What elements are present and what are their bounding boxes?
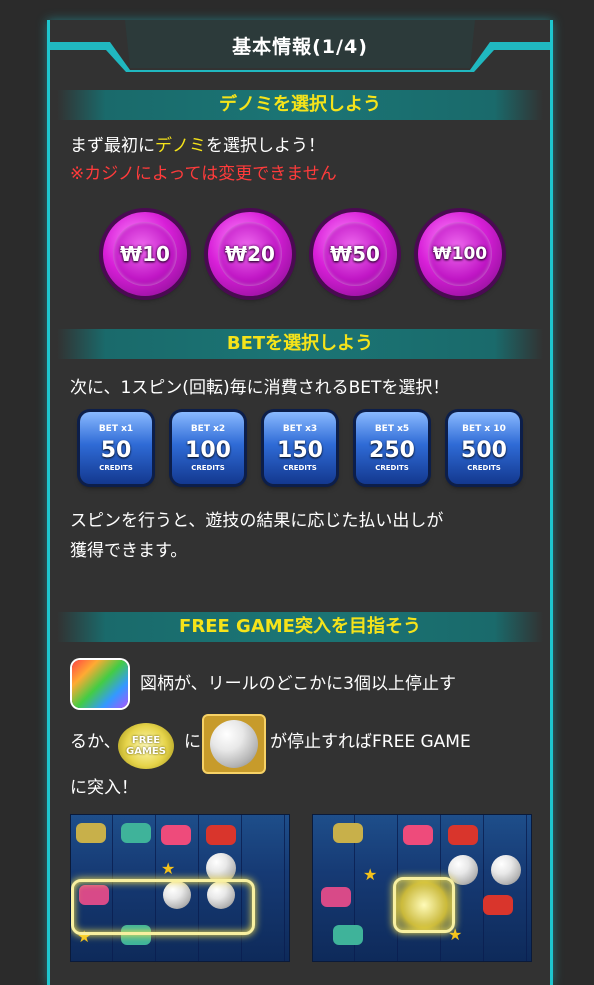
bet-unit: CREDITS bbox=[375, 464, 409, 472]
coin-100[interactable]: ₩100 bbox=[418, 212, 502, 296]
pearl-symbol bbox=[210, 720, 258, 768]
bet-unit: CREDITS bbox=[191, 464, 225, 472]
starfish-icon: ★ bbox=[161, 859, 176, 878]
shrimp-icon bbox=[403, 825, 433, 845]
highlight-text: デノミ bbox=[155, 136, 206, 156]
section-bet-header: BETを選択しよう bbox=[57, 329, 543, 359]
fg-icon-text: FREE bbox=[131, 735, 161, 746]
bet-credits: 100 bbox=[185, 438, 231, 463]
section-title: デノミを選択しよう bbox=[219, 94, 381, 115]
free-game-line1: 図柄が、リールのどこかに3個以上停止す bbox=[140, 674, 456, 694]
fish-icon bbox=[121, 823, 151, 843]
crab-icon bbox=[206, 825, 236, 845]
bet-x3-button[interactable]: BET x3 150 CREDITS bbox=[264, 412, 336, 484]
pearl-symbol bbox=[491, 855, 521, 885]
coin-label: ₩10 bbox=[113, 222, 177, 286]
turtle-icon bbox=[333, 823, 363, 843]
example-screenshot-freegame: ★ ★ bbox=[312, 814, 532, 962]
free-games-icon: FREE GAMES bbox=[118, 723, 174, 769]
text-part: を選択しよう！ bbox=[206, 136, 325, 156]
bet-x5-button[interactable]: BET x5 250 CREDITS bbox=[356, 412, 428, 484]
bet-credits: 150 bbox=[277, 438, 323, 463]
bet-unit: CREDITS bbox=[283, 464, 317, 472]
bet-result-line2: 獲得できます。 bbox=[70, 541, 188, 561]
bet-unit: CREDITS bbox=[467, 464, 501, 472]
free-game-line2-mid: に bbox=[184, 732, 201, 752]
bet-mult: BET x5 bbox=[374, 424, 410, 434]
title-bar: 基本情報(1/4) bbox=[50, 20, 550, 72]
coin-label: ₩100 bbox=[428, 222, 492, 286]
bet-x1-button[interactable]: BET x1 50 CREDITS bbox=[80, 412, 152, 484]
crab-icon bbox=[448, 825, 478, 845]
coin-label: ₩20 bbox=[218, 222, 282, 286]
bet-result-line1: スピンを行うと、遊技の結果に応じた払い出しが bbox=[70, 511, 444, 531]
bet-credits: 250 bbox=[369, 438, 415, 463]
bet-unit: CREDITS bbox=[99, 464, 133, 472]
coin-10[interactable]: ₩10 bbox=[103, 212, 187, 296]
bet-mult: BET x3 bbox=[282, 424, 318, 434]
shrimp-icon bbox=[161, 825, 191, 845]
page-title: 基本情報(1/4) bbox=[232, 36, 368, 58]
fish-icon bbox=[333, 925, 363, 945]
text-part: まず最初に bbox=[70, 136, 155, 156]
denomination-instruction: まず最初にデノミを選択しよう！ bbox=[70, 133, 325, 159]
example-screenshot-logos: ★ ★ bbox=[70, 814, 290, 962]
section-denomination-header: デノミを選択しよう bbox=[57, 90, 543, 120]
crab-icon bbox=[483, 895, 513, 915]
section-title: FREE GAME突入を目指そう bbox=[179, 616, 421, 637]
coin-20[interactable]: ₩20 bbox=[208, 212, 292, 296]
bet-credits: 500 bbox=[461, 438, 507, 463]
section-title: BETを選択しよう bbox=[226, 333, 374, 354]
pearl-icon bbox=[204, 716, 264, 772]
free-game-line3: に突入！ bbox=[70, 778, 138, 798]
reel bbox=[485, 815, 527, 961]
bet-x2-button[interactable]: BET x2 100 CREDITS bbox=[172, 412, 244, 484]
free-game-line2-post: が停止すればFREE GAME bbox=[270, 732, 471, 752]
coin-50[interactable]: ₩50 bbox=[313, 212, 397, 296]
bet-mult: BET x 10 bbox=[462, 424, 506, 434]
bet-instruction: 次に、1スピン(回転)毎に消費されるBETを選択！ bbox=[70, 378, 450, 398]
denomination-note: ※カジノによっては変更できません bbox=[70, 164, 337, 184]
logo-icon bbox=[321, 887, 351, 907]
bet-mult: BET x1 bbox=[98, 424, 134, 434]
section-free-game-header: FREE GAME突入を目指そう bbox=[57, 612, 543, 642]
coin-label: ₩50 bbox=[323, 222, 387, 286]
game-logo-icon bbox=[72, 660, 128, 708]
free-game-line2-pre: るか、 bbox=[70, 732, 121, 752]
fg-icon-text: GAMES bbox=[126, 746, 166, 757]
bet-mult: BET x2 bbox=[190, 424, 226, 434]
free-games-highlight bbox=[393, 877, 455, 933]
turtle-icon bbox=[76, 823, 106, 843]
highlight-frame bbox=[71, 879, 255, 935]
info-panel: 基本情報(1/4) デノミを選択しよう まず最初にデノミを選択しよう！ ※カジノ… bbox=[47, 20, 553, 985]
bet-x10-button[interactable]: BET x 10 500 CREDITS bbox=[448, 412, 520, 484]
bet-credits: 50 bbox=[100, 438, 132, 463]
starfish-icon: ★ bbox=[363, 865, 378, 884]
